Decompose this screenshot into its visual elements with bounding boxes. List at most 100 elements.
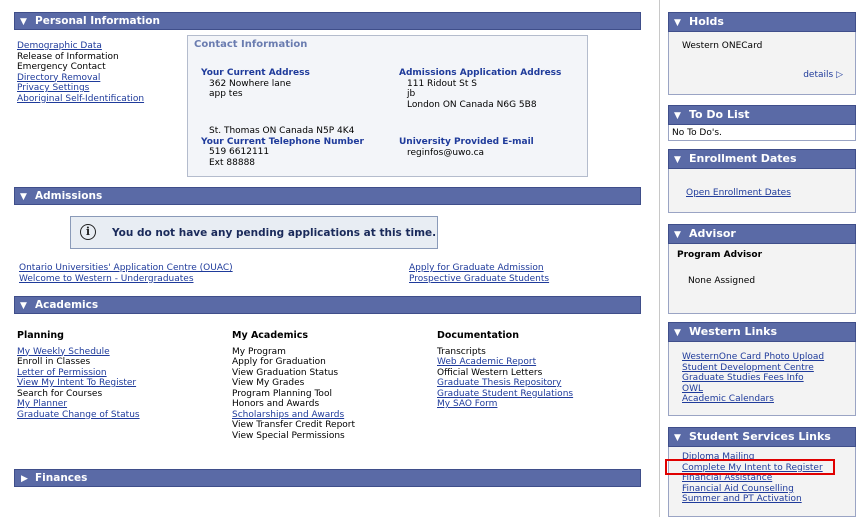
personal-info-header[interactable]: ▼ Personal Information	[14, 12, 641, 30]
academic-calendars-link[interactable]: Academic Calendars	[682, 394, 855, 405]
notice-text: You do not have any pending applications…	[112, 227, 437, 239]
expand-triangle-icon: ▼	[674, 230, 681, 240]
scholarships-and-awards-link[interactable]: Scholarships and Awards	[232, 410, 355, 421]
personal-links: Demographic Data Release of Information Em…	[17, 41, 144, 104]
graduate-thesis-repository-link[interactable]: Graduate Thesis Repository	[437, 378, 573, 389]
apply-for-graduation-item[interactable]: Apply for Graduation	[232, 357, 355, 368]
admissions-address-line-2: jb	[407, 89, 416, 99]
enroll-in-classes-item[interactable]: Enroll in Classes	[17, 357, 140, 368]
advisor-header[interactable]: ▼ Advisor	[668, 224, 856, 244]
official-western-letters-item[interactable]: Official Western Letters	[437, 368, 573, 379]
holds-details-link[interactable]: details ▷	[803, 70, 843, 80]
view-transfer-credit-report-item[interactable]: View Transfer Credit Report	[232, 420, 355, 431]
prospective-grad-link[interactable]: Prospective Graduate Students	[409, 274, 549, 285]
holds-panel: ▼ Holds Western ONECard details ▷	[668, 12, 856, 95]
panel-title: To Do List	[689, 108, 750, 121]
welcome-undergrad-link[interactable]: Welcome to Western - Undergraduates	[19, 274, 233, 285]
holds-header[interactable]: ▼ Holds	[668, 12, 856, 32]
my-weekly-schedule-link[interactable]: My Weekly Schedule	[17, 347, 140, 358]
collapsed-triangle-icon: ▶	[21, 474, 28, 484]
advisor-label: Program Advisor	[677, 250, 763, 260]
panel-title: Western Links	[689, 325, 778, 338]
todo-header[interactable]: ▼ To Do List	[668, 105, 856, 125]
expand-triangle-icon: ▼	[674, 155, 681, 165]
admissions-address-block: Admissions Application Address 111 Ridou…	[399, 68, 561, 110]
holds-item: Western ONECard	[682, 41, 763, 51]
admissions-header[interactable]: ▼ Admissions	[14, 187, 641, 205]
phone-label: Your Current Telephone Number	[201, 136, 364, 147]
my-academics-heading: My Academics	[232, 330, 309, 341]
owl-link[interactable]: OWL	[682, 384, 855, 395]
view-graduation-status-item[interactable]: View Graduation Status	[232, 368, 355, 379]
my-planner-link[interactable]: My Planner	[17, 399, 140, 410]
documentation-heading: Documentation	[437, 330, 519, 341]
transcripts-item[interactable]: Transcripts	[437, 347, 573, 358]
academics-col-planning: Planning My Weekly Schedule Enroll in Clas…	[17, 330, 140, 421]
details-label: details	[803, 70, 834, 80]
westernone-card-photo-upload-link[interactable]: WesternOne Card Photo Upload	[682, 352, 855, 363]
directory-removal-link[interactable]: Directory Removal	[17, 73, 144, 84]
western-links-panel: ▼ Western Links WesternOne Card Photo Up…	[668, 322, 856, 416]
letter-of-permission-link[interactable]: Letter of Permission	[17, 368, 140, 379]
current-address-label: Your Current Address	[201, 68, 310, 78]
advisor-panel: ▼ Advisor Program Advisor None Assigned	[668, 224, 856, 314]
admissions-links-right: Apply for Graduate Admission Prospective…	[409, 263, 549, 284]
section-title: Personal Information	[35, 15, 160, 27]
no-applications-notice: i You do not have any pending applicatio…	[70, 216, 438, 249]
western-links-body: WesternOne Card Photo Upload Student Deve…	[669, 342, 855, 415]
admissions-address-line-3: London ON Canada N6G 5B8	[407, 99, 537, 110]
email-value: reginfos@uwo.ca	[407, 147, 485, 158]
view-my-intent-to-register-link[interactable]: View My Intent To Register	[17, 378, 140, 389]
view-special-permissions-item[interactable]: View Special Permissions	[232, 431, 355, 442]
advisor-body: Program Advisor None Assigned	[669, 244, 855, 313]
ouac-link[interactable]: Ontario Universities' Application Centre…	[19, 263, 233, 274]
graduate-studies-fees-info-link[interactable]: Graduate Studies Fees Info	[682, 373, 855, 384]
email-block: University Provided E-mail reginfos@uwo.…	[399, 137, 534, 158]
apply-grad-link[interactable]: Apply for Graduate Admission	[409, 263, 549, 274]
planning-heading: Planning	[17, 330, 64, 341]
email-label: University Provided E-mail	[399, 137, 534, 147]
web-academic-report-link[interactable]: Web Academic Report	[437, 357, 573, 368]
student-services-body: Diploma Mailing Complete My Intent to Reg…	[669, 447, 855, 516]
todo-body: No To Do's.	[669, 125, 855, 140]
student-services-header[interactable]: ▼ Student Services Links	[668, 427, 856, 447]
arrow-right-icon: ▷	[836, 70, 843, 80]
student-development-centre-link[interactable]: Student Development Centre	[682, 363, 855, 374]
graduate-change-of-status-link[interactable]: Graduate Change of Status	[17, 410, 140, 421]
enrollment-body: Open Enrollment Dates	[669, 169, 855, 212]
enrollment-header[interactable]: ▼ Enrollment Dates	[668, 149, 856, 169]
section-title: Academics	[35, 299, 99, 311]
expand-triangle-icon: ▼	[674, 18, 681, 28]
current-address-line-1: 362 Nowhere lane	[209, 78, 292, 89]
expand-triangle-icon: ▼	[20, 192, 27, 202]
admissions-address-line-1: 111 Ridout St S	[407, 78, 477, 89]
todo-text: No To Do's.	[672, 128, 722, 138]
expand-triangle-icon: ▼	[674, 111, 681, 121]
academics-col-my-academics: My Academics My Program Apply for Graduati…	[232, 330, 355, 442]
finances-header[interactable]: ▶ Finances	[14, 469, 641, 487]
enrollment-panel: ▼ Enrollment Dates Open Enrollment Dates	[668, 149, 856, 213]
view-my-grades-item[interactable]: View My Grades	[232, 378, 355, 389]
admissions-links-left: Ontario Universities' Application Centre…	[19, 263, 233, 284]
search-for-courses-item[interactable]: Search for Courses	[17, 389, 140, 400]
graduate-student-regulations-link[interactable]: Graduate Student Regulations	[437, 389, 573, 400]
expand-triangle-icon: ▼	[674, 433, 681, 443]
expand-triangle-icon: ▼	[20, 301, 27, 311]
program-planning-tool-item[interactable]: Program Planning Tool	[232, 389, 355, 400]
phone-number: 519 6612111	[209, 147, 270, 157]
aboriginal-self-identification-link[interactable]: Aboriginal Self-Identification	[17, 94, 144, 105]
honors-and-awards-item[interactable]: Honors and Awards	[232, 399, 355, 410]
financial-aid-counselling-link[interactable]: Financial Aid Counselling	[682, 484, 855, 495]
my-program-item[interactable]: My Program	[232, 347, 355, 358]
demographic-data-link[interactable]: Demographic Data	[17, 41, 144, 52]
contact-info-box: Contact Information Your Current Address…	[187, 35, 588, 177]
academics-header[interactable]: ▼ Academics	[14, 296, 641, 314]
expand-triangle-icon: ▼	[674, 328, 681, 338]
my-sao-form-link[interactable]: My SAO Form	[437, 399, 573, 410]
release-of-information-text: Release of Information	[17, 51, 119, 62]
privacy-settings-link[interactable]: Privacy Settings	[17, 83, 144, 94]
western-links-header[interactable]: ▼ Western Links	[668, 322, 856, 342]
summer-and-pt-activation-link[interactable]: Summer and PT Activation	[682, 494, 855, 505]
open-enrollment-link[interactable]: Open Enrollment Dates	[686, 188, 791, 198]
holds-body: Western ONECard details ▷	[669, 32, 855, 94]
